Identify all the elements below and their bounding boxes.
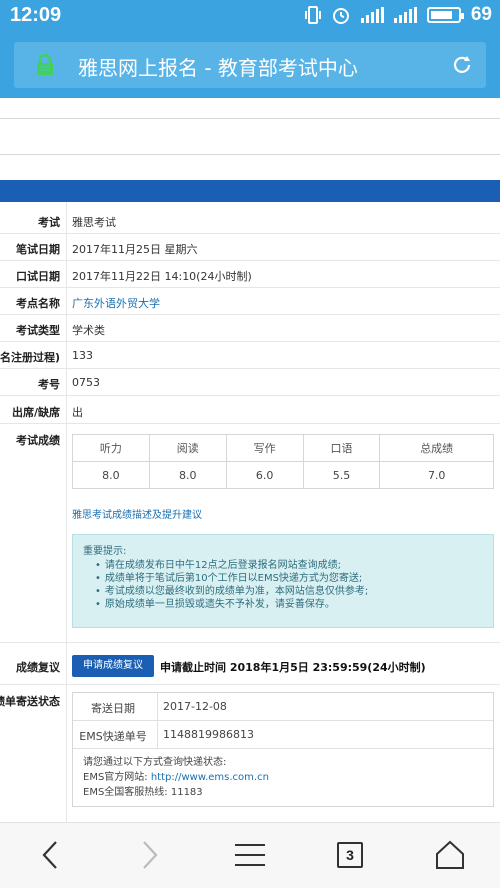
cell-divider bbox=[157, 693, 158, 720]
divider bbox=[0, 684, 500, 685]
row-value: 雅思考试 bbox=[72, 216, 116, 229]
clock: 12:09 bbox=[10, 4, 62, 26]
score-description-link[interactable]: 雅思考试成绩描述及提升建议 bbox=[72, 506, 202, 521]
row-label: 笔试日期 bbox=[16, 243, 60, 256]
apply-review-button[interactable]: 申请成绩复议 bbox=[72, 655, 154, 677]
score-header-row: 听力 阅读 写作 口语 总成绩 bbox=[72, 434, 494, 462]
divider bbox=[0, 154, 500, 155]
row-label: 考试 bbox=[38, 216, 60, 229]
info-row-registration: 报名注册过程) 133 bbox=[0, 342, 500, 369]
menu-button[interactable] bbox=[228, 835, 272, 875]
row-value: 出 bbox=[72, 406, 83, 419]
notice-box: 重要提示: 请在成绩发布日中午12点之后登录报名网站查询成绩; 成绩单将于笔试后… bbox=[72, 534, 494, 628]
forward-button[interactable] bbox=[128, 835, 172, 875]
mailing-hotline: EMS全国客服热线: 11183 bbox=[83, 787, 203, 798]
lock-icon bbox=[37, 54, 53, 75]
signal-4g-icon bbox=[393, 7, 417, 23]
tab-count: 3 bbox=[337, 842, 363, 868]
score-value: 7.0 bbox=[379, 461, 494, 489]
back-button[interactable] bbox=[28, 835, 72, 875]
row-value: 2017年11月22日 14:10(24小时制) bbox=[72, 270, 252, 283]
notice-item: 考试成绩以您最终收到的成绩单为准，本网站信息仅供参考; bbox=[95, 585, 483, 598]
notice-item: 原始成绩单一旦损毁或遗失不予补发，请妥善保存。 bbox=[95, 598, 483, 611]
info-row-exam: 考试 雅思考试 bbox=[0, 206, 500, 234]
mailing-row: 绩单寄送状态 bbox=[0, 690, 66, 710]
info-row-speaking-date: 口试日期 2017年11月22日 14:10(24小时制) bbox=[0, 261, 500, 288]
score-value: 8.0 bbox=[148, 461, 227, 489]
page-content: 考试 雅思考试 笔试日期 2017年11月25日 星期六 口试日期 2017年1… bbox=[0, 98, 500, 822]
notice-item: 请在成绩发布日中午12点之后登录报名网站查询成绩; bbox=[95, 559, 483, 572]
battery-icon bbox=[426, 7, 464, 23]
score-header: 写作 bbox=[225, 434, 304, 462]
venue-link[interactable]: 广东外语外贸大学 bbox=[72, 295, 160, 311]
row-value: 133 bbox=[72, 349, 93, 362]
vibrate-icon bbox=[304, 6, 321, 24]
row-label: 报名注册过程) bbox=[0, 351, 60, 364]
score-value-row: 8.0 8.0 6.0 5.5 7.0 bbox=[72, 461, 494, 489]
cell-divider bbox=[157, 721, 158, 748]
notice-title: 重要提示: bbox=[83, 546, 127, 557]
row-label: 成绩复议 bbox=[16, 661, 60, 674]
signal-icon bbox=[360, 7, 384, 23]
divider bbox=[0, 118, 500, 119]
score-header: 听力 bbox=[72, 434, 150, 462]
row-value: 学术类 bbox=[72, 324, 105, 337]
mailing-site-line: EMS官方网站: http://www.ems.com.cn bbox=[83, 770, 483, 785]
divider bbox=[0, 642, 500, 643]
score-header: 口语 bbox=[302, 434, 381, 462]
home-icon bbox=[436, 840, 464, 869]
menu-icon bbox=[235, 844, 265, 866]
mailing-key: 寄送日期 bbox=[91, 702, 135, 715]
mailing-date-row: 寄送日期 2017-12-08 bbox=[73, 693, 493, 721]
info-row-exam-type: 考试类型 学术类 bbox=[0, 315, 500, 342]
status-icons: 69 bbox=[304, 4, 492, 26]
mailing-info-line: 请您通过以下方式查询快递状态: bbox=[83, 757, 227, 768]
info-row-venue: 考点名称 广东外语外贸大学 bbox=[0, 288, 500, 315]
refresh-icon[interactable] bbox=[450, 53, 474, 77]
mailing-info: 请您通过以下方式查询快递状态: EMS官方网站: http://www.ems.… bbox=[73, 749, 493, 806]
ems-website-link[interactable]: http://www.ems.com.cn bbox=[151, 772, 269, 783]
mailing-value: 2017-12-08 bbox=[163, 700, 227, 713]
section-header-bar bbox=[0, 180, 500, 202]
bottom-nav: 3 bbox=[0, 822, 500, 888]
score-value: 8.0 bbox=[72, 461, 150, 489]
mailing-tracking-row: EMS快递单号 1148819986813 bbox=[73, 721, 493, 749]
score-header: 总成绩 bbox=[379, 434, 494, 462]
info-row-attendance: 出席/缺席 出 bbox=[0, 396, 500, 424]
tabs-button[interactable]: 3 bbox=[328, 835, 372, 875]
row-value: 2017年11月25日 星期六 bbox=[72, 243, 198, 256]
battery-level: 69 bbox=[470, 4, 492, 25]
mailing-key: EMS快递单号 bbox=[79, 730, 147, 743]
browser-toolbar: 雅思网上报名 - 教育部考试中心 bbox=[0, 34, 500, 98]
home-button[interactable] bbox=[428, 835, 472, 875]
alarm-icon bbox=[332, 8, 349, 24]
score-value: 5.5 bbox=[302, 461, 381, 489]
row-label: 考试成绩 bbox=[16, 434, 60, 447]
mailing-table: 寄送日期 2017-12-08 EMS快递单号 1148819986813 请您… bbox=[72, 692, 494, 807]
status-bar: 12:09 69 bbox=[0, 0, 500, 34]
notice-item: 成绩单将于笔试后第10个工作日以EMS快递方式为您寄送; bbox=[95, 572, 483, 585]
row-label: 出席/缺席 bbox=[11, 406, 60, 419]
address-bar[interactable]: 雅思网上报名 - 教育部考试中心 bbox=[14, 42, 486, 88]
notice-list: 请在成绩发布日中午12点之后登录报名网站查询成绩; 成绩单将于笔试后第10个工作… bbox=[83, 559, 483, 611]
info-row-candidate-number: 考号 0753 bbox=[0, 369, 500, 396]
column-divider bbox=[66, 642, 67, 822]
page-title: 雅思网上报名 - 教育部考试中心 bbox=[78, 56, 358, 80]
score-header: 阅读 bbox=[148, 434, 227, 462]
review-deadline: 申请截止时间 2018年1月5日 23:59:59(24小时制) bbox=[160, 661, 426, 674]
row-label: 考试类型 bbox=[16, 324, 60, 337]
info-row-written-date: 笔试日期 2017年11月25日 星期六 bbox=[0, 234, 500, 261]
review-row: 成绩复议 bbox=[0, 656, 66, 676]
row-value: 0753 bbox=[72, 376, 100, 389]
mailing-site-label: EMS官方网站: bbox=[83, 772, 151, 783]
row-label: 口试日期 bbox=[16, 270, 60, 283]
back-icon bbox=[42, 841, 57, 869]
score-value: 6.0 bbox=[225, 461, 304, 489]
row-label: 考号 bbox=[38, 378, 60, 391]
score-table: 听力 阅读 写作 口语 总成绩 8.0 8.0 6.0 5.5 7.0 bbox=[72, 434, 494, 489]
forward-icon bbox=[143, 841, 158, 869]
row-label: 绩单寄送状态 bbox=[0, 695, 60, 708]
row-label: 考点名称 bbox=[16, 297, 60, 310]
mailing-value: 1148819986813 bbox=[163, 728, 254, 741]
